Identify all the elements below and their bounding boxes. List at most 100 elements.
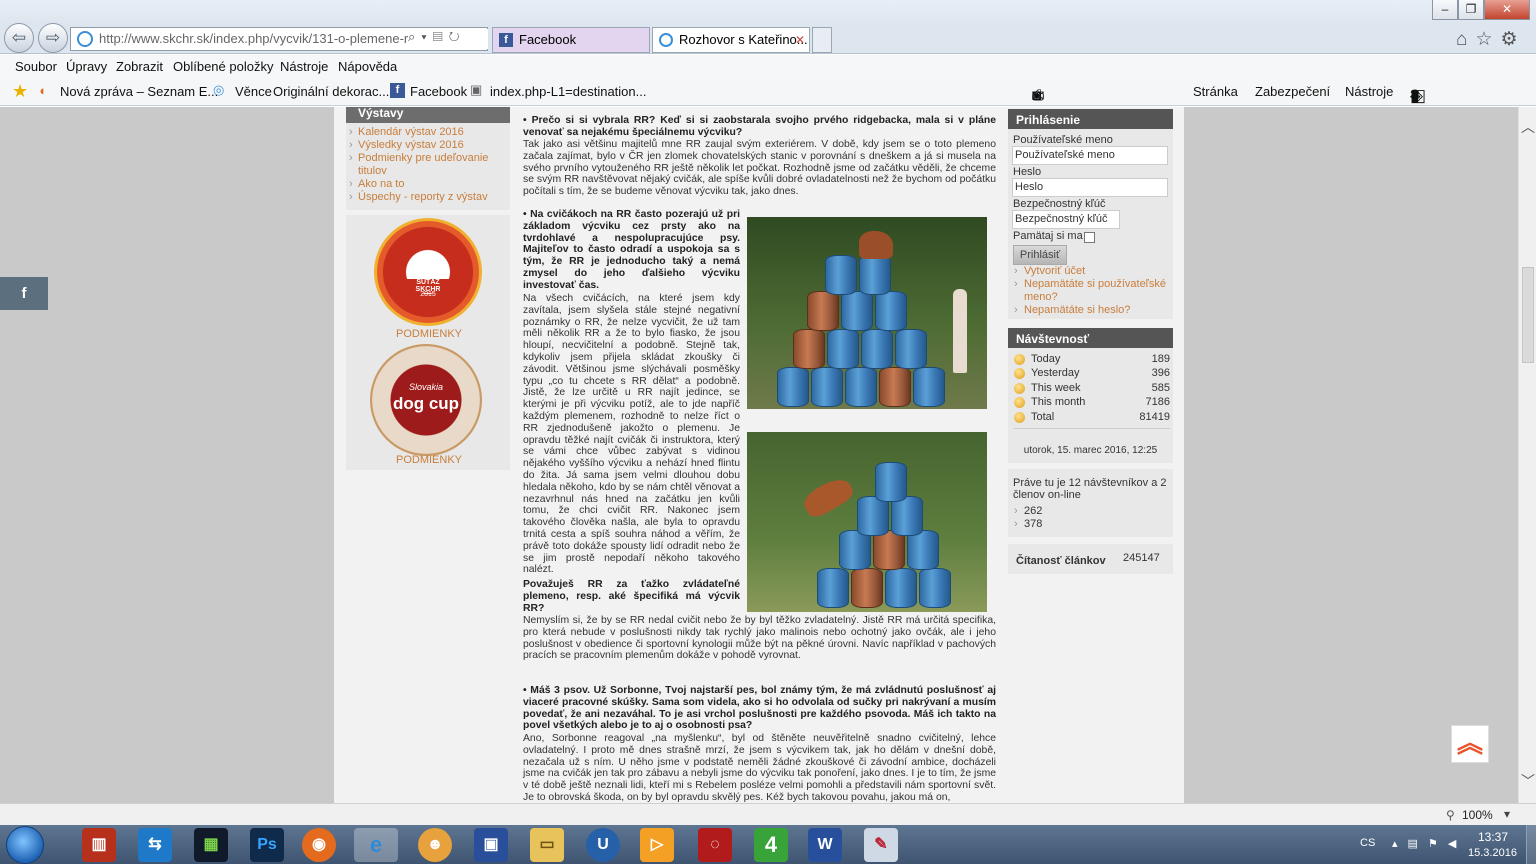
photo-dog-on-barrels-1[interactable] [747, 217, 987, 409]
search-icon[interactable]: ⌕ [408, 29, 421, 44]
chevron-up-icon[interactable]: ︿ [1521, 117, 1535, 137]
equalizer-icon[interactable]: ▦ [194, 828, 228, 862]
menu-oblibene[interactable]: Oblíbené položky [173, 59, 273, 74]
dropdown-icon[interactable]: ▾ [421, 29, 432, 44]
forward-button[interactable]: ⇨ [38, 23, 68, 53]
link-vysledky[interactable]: Výsledky výstav 2016 [349, 139, 464, 152]
article-answer-3: Nemyslím si, že by se RR nedal cvičit ne… [523, 615, 996, 662]
podmienky-link-2[interactable]: PODMIENKY [396, 454, 462, 466]
folder-icon[interactable]: ▭ [530, 828, 564, 862]
start-orb-icon[interactable] [6, 826, 44, 864]
username-field[interactable]: Používateľské meno [1012, 146, 1168, 165]
menu-zobrazit[interactable]: Zobrazit [116, 59, 163, 74]
windows-taskbar: ▥ ⇆ ▦ Ps ◉ e ☻ ▣ ▭ U ▷ ◌ 4 W ✎ CS ▴▤⚑◀ 1… [0, 825, 1536, 864]
clock-time[interactable]: 13:37 [1478, 830, 1508, 844]
save-icon[interactable]: ▣ [474, 828, 508, 862]
media-icon[interactable]: ▷ [640, 828, 674, 862]
page-scrollbar[interactable]: ︿ ﹀ [1518, 107, 1536, 803]
adobe-icon[interactable]: ◌ [698, 828, 732, 862]
security-key-field[interactable]: Bezpečnostný kľúč [1012, 210, 1120, 229]
password-field[interactable]: Heslo [1012, 178, 1168, 197]
link-ako-na-to[interactable]: Ako na to [349, 178, 405, 191]
network-icon[interactable]: ▤ [1408, 838, 1428, 850]
command-page[interactable]: Stránka [1193, 84, 1238, 99]
dog-figure [799, 473, 857, 521]
competition-badge[interactable]: SÚŤAŽ SKCHR 2015 [374, 218, 482, 326]
close-tab-icon[interactable]: ✕ [795, 28, 805, 52]
teamviewer-icon[interactable]: ⇆ [138, 828, 172, 862]
dog-cup-badge[interactable]: Slovakia dog cup [370, 344, 482, 456]
barrel [811, 367, 843, 407]
tab-rozhovor[interactable]: Rozhovor s Kateřino... ✕ [652, 27, 810, 53]
print-icon[interactable]: ⎙ [1032, 87, 1053, 104]
stat-value: 585 [1151, 382, 1170, 394]
forgot-username-link[interactable]: Nepamätáte si používateľské meno? [1014, 278, 1172, 304]
online-user-2[interactable]: 378 [1014, 518, 1043, 531]
facebook-share-button[interactable]: f [0, 277, 48, 310]
refresh-icon[interactable]: ↻ [449, 29, 466, 44]
fav-originalni[interactable]: Originální dekorac... [273, 84, 389, 99]
status-bar: ⚲ 100% ▾ [0, 803, 1536, 825]
zoom-icon[interactable]: ⚲ [1446, 808, 1455, 822]
favorites-star-icon[interactable]: ★ [12, 81, 28, 102]
home-icon[interactable]: ⌂ [1456, 29, 1475, 50]
gear-icon[interactable]: ⚙ [1501, 29, 1526, 50]
back-to-top-button[interactable]: ︽ [1451, 725, 1489, 763]
ie-page-icon [659, 33, 673, 47]
podmienky-link-1[interactable]: PODMIENKY [396, 328, 462, 340]
online-user-1[interactable]: 262 [1014, 505, 1043, 518]
research-alt-icon[interactable]: ◧ [1410, 86, 1433, 106]
star-icon[interactable]: ☆ [1475, 29, 1500, 50]
photo-dog-on-barrels-2[interactable] [747, 432, 987, 612]
tray-expand-icon[interactable]: ▴ [1392, 838, 1408, 850]
person-icon [1014, 354, 1025, 365]
fav-seznam[interactable]: Nová zpráva – Seznam E... [60, 84, 218, 99]
back-button[interactable]: ⇦ [4, 23, 34, 53]
zoom-level[interactable]: 100% [1462, 808, 1493, 822]
flag-icon[interactable]: ⚑ [1428, 838, 1448, 850]
updater-icon[interactable]: U [586, 828, 620, 862]
fav-vence[interactable]: Věnce [235, 84, 272, 99]
visits-total: Total 81419 [1014, 411, 1170, 425]
create-account-link[interactable]: Vytvoriť účet [1014, 265, 1085, 278]
word-icon[interactable]: W [808, 828, 842, 862]
show-desktop-button[interactable] [1526, 825, 1536, 864]
maximize-button[interactable]: ❐ [1458, 0, 1484, 20]
volume-icon[interactable]: ◀ [1448, 838, 1466, 850]
number-four-icon[interactable]: 4 [754, 828, 788, 862]
new-tab-button[interactable] [812, 27, 832, 53]
paint-icon[interactable]: ✎ [864, 828, 898, 862]
firefox-icon[interactable]: ◉ [302, 828, 336, 862]
close-button[interactable]: ✕ [1484, 0, 1530, 20]
menu-upravy[interactable]: Úpravy [66, 59, 107, 74]
link-uspechy[interactable]: Úspechy - reporty z výstav [349, 191, 488, 204]
forgot-password-link[interactable]: Nepamätáte si heslo? [1014, 304, 1130, 317]
library-icon[interactable]: ▥ [82, 828, 116, 862]
zoom-dropdown-icon[interactable]: ▾ [1504, 807, 1510, 821]
command-tools[interactable]: Nástroje [1345, 84, 1393, 99]
security-key-label: Bezpečnostný kľúč [1013, 198, 1106, 210]
link-kalendar[interactable]: Kalendár výstav 2016 [349, 126, 464, 139]
barrel [827, 329, 859, 369]
command-security[interactable]: Zabezpečení [1255, 84, 1330, 99]
menu-soubor[interactable]: Soubor [15, 59, 57, 74]
tab-facebook[interactable]: f Facebook [492, 27, 650, 53]
chevron-down-icon[interactable]: ﹀ [1521, 771, 1535, 791]
scrollbar-thumb[interactable] [1522, 267, 1534, 363]
link-podmienky-titulov[interactable]: Podmienky pre udeľovanie titulov [349, 152, 498, 178]
language-indicator[interactable]: CS [1360, 837, 1375, 849]
fav-facebook[interactable]: Facebook [410, 84, 467, 99]
clock-date[interactable]: 15.3.2016 [1468, 847, 1517, 859]
internet-explorer-icon[interactable]: e [354, 828, 398, 862]
barrel [841, 291, 873, 331]
login-button[interactable]: Prihlásiť [1013, 245, 1067, 265]
mascot-icon[interactable]: ☻ [418, 828, 452, 862]
minimize-button[interactable]: – [1432, 0, 1458, 20]
fav-index[interactable]: index.php-L1=destination... [490, 84, 646, 99]
photoshop-icon[interactable]: Ps [250, 828, 284, 862]
menu-nastroje[interactable]: Nástroje [280, 59, 328, 74]
menu-napoveda[interactable]: Nápověda [338, 59, 397, 74]
compat-icon[interactable]: ▤ [433, 29, 449, 44]
current-date: utorok, 15. marec 2016, 12:25 [1023, 445, 1158, 456]
remember-checkbox[interactable] [1084, 232, 1095, 243]
